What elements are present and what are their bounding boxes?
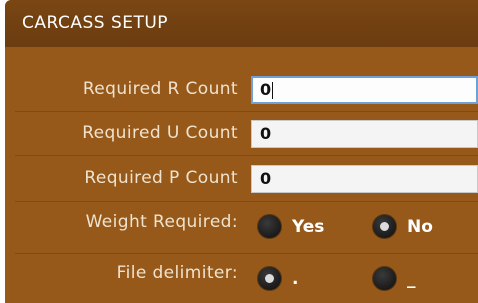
required-p-count-input[interactable]: 0	[251, 165, 478, 193]
weight-required-no-option[interactable]: No	[372, 214, 433, 239]
file-delimiter-dot-radio[interactable]	[257, 266, 282, 291]
panel-title: CARCASS SETUP	[22, 13, 169, 33]
required-u-count-label: Required U Count	[82, 123, 238, 143]
row-divider	[15, 111, 478, 112]
weight-required-yes-label: Yes	[292, 216, 325, 237]
weight-required-no-radio[interactable]	[372, 214, 397, 239]
file-delimiter-underscore-option[interactable]: _	[372, 266, 416, 291]
file-delimiter-dot-option[interactable]: .	[257, 266, 298, 291]
file-delimiter-underscore-radio[interactable]	[372, 266, 397, 291]
required-p-count-label: Required P Count	[84, 168, 238, 188]
row-divider	[15, 201, 478, 202]
weight-required-yes-radio[interactable]	[257, 214, 282, 239]
file-delimiter-dot-label: .	[292, 268, 299, 289]
text-caret	[272, 82, 274, 99]
file-delimiter-underscore-label: _	[407, 268, 416, 289]
weight-required-label: Weight Required:	[85, 212, 238, 232]
carcass-setup-panel: CARCASS SETUP Required R Count 0 Require…	[5, 0, 478, 303]
weight-required-no-label: No	[407, 216, 433, 237]
required-r-count-value: 0	[260, 80, 272, 99]
row-divider	[15, 155, 478, 156]
weight-required-yes-option[interactable]: Yes	[257, 214, 324, 239]
required-u-count-value: 0	[260, 124, 272, 143]
required-r-count-label: Required R Count	[82, 79, 238, 99]
required-r-count-input[interactable]: 0	[251, 76, 478, 104]
row-divider	[15, 253, 478, 254]
file-delimiter-label: File delimiter:	[116, 263, 238, 283]
required-p-count-value: 0	[260, 169, 272, 188]
panel-header: CARCASS SETUP	[5, 0, 478, 47]
required-u-count-input[interactable]: 0	[251, 120, 478, 148]
